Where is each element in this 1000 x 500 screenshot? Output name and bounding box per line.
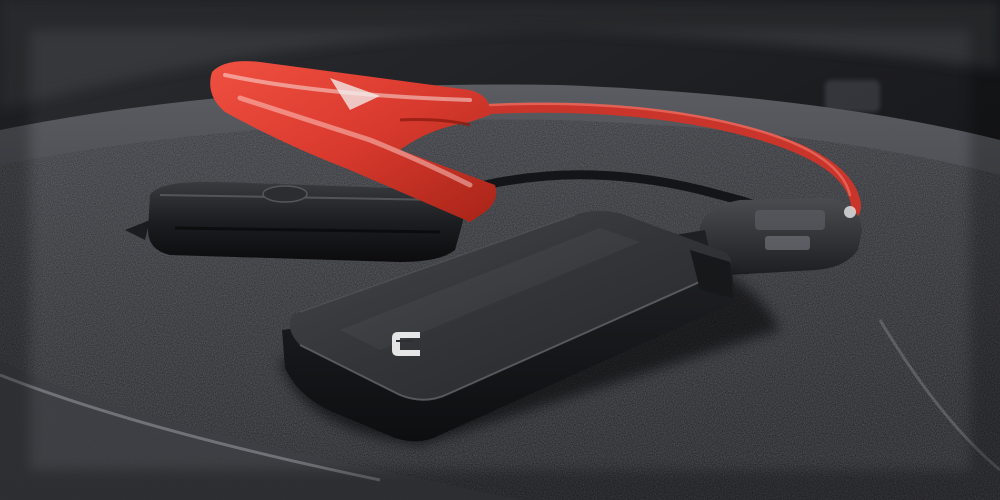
photo-scene (0, 0, 1000, 500)
photo-canvas (0, 0, 1000, 500)
background-button (825, 80, 880, 112)
